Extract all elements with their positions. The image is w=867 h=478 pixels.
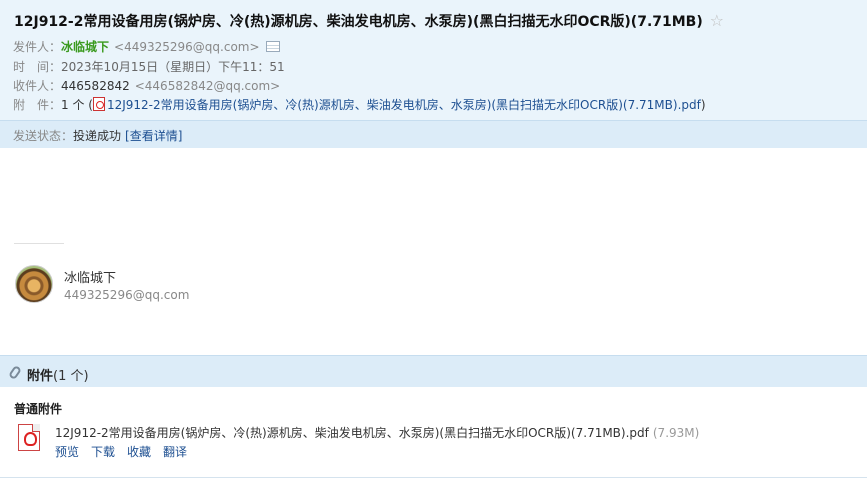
mail-subject: 12J912-2常用设备用房(锅炉房、冷(热)源机房、柴油发电机房、水泵房)(黑… [14, 11, 724, 31]
pdf-icon[interactable] [18, 424, 40, 451]
time-row: 时 间：2023年10月15日（星期日）下午11：51 [13, 58, 285, 75]
recipient-name[interactable]: 446582842 [61, 79, 130, 93]
attachment-file-name[interactable]: 12J912-2常用设备用房(锅炉房、冷(热)源机房、柴油发电机房、水泵房)(黑… [55, 426, 649, 440]
subject-text: 12J912-2常用设备用房(锅炉房、冷(热)源机房、柴油发电机房、水泵房)(黑… [14, 14, 703, 30]
attachment-file: 12J912-2常用设备用房(锅炉房、冷(热)源机房、柴油发电机房、水泵房)(黑… [55, 424, 699, 441]
favorite-link[interactable]: 收藏 [127, 445, 151, 459]
signature-divider [14, 243, 64, 244]
attachments-title: 附件(1 个) [27, 365, 89, 384]
star-icon[interactable]: ☆ [710, 11, 724, 30]
attachment-count: 1 个 ( [61, 98, 93, 112]
pdf-icon [92, 97, 105, 111]
download-link[interactable]: 下载 [91, 445, 115, 459]
attachment-link[interactable]: 12J912-2常用设备用房(锅炉房、冷(热)源机房、柴油发电机房、水泵房)(黑… [107, 98, 701, 112]
avatar [15, 265, 53, 303]
sender-email: <449325296@qq.com> [114, 40, 260, 54]
recipient-row: 收件人：446582842 <446582842@qq.com> [13, 77, 280, 94]
sender-label: 发件人： [13, 40, 62, 54]
recipient-label: 收件人： [13, 79, 62, 93]
delivery-status-bar: 发送状态：投递成功 [查看详情] [0, 120, 867, 148]
sender-row: 发件人：冰临城下 <449325296@qq.com> [13, 38, 280, 55]
status-label: 发送状态： [13, 129, 74, 143]
signature-email: 449325296@qq.com [64, 288, 190, 302]
contact-card-icon[interactable] [265, 41, 280, 52]
attachments-header: 附件(1 个) [0, 355, 867, 387]
sender-name[interactable]: 冰临城下 [61, 40, 109, 54]
attachment-group-label: 普通附件 [14, 402, 63, 416]
preview-link[interactable]: 预览 [55, 445, 79, 459]
paperclip-icon [7, 364, 23, 381]
time-value: 2023年10月15日（星期日）下午11：51 [61, 60, 285, 74]
attachments-count: (1 个) [53, 369, 89, 384]
recipient-email: <446582842@qq.com> [134, 79, 281, 93]
attachment-file-size: (7.93M) [652, 426, 700, 440]
status-value: 投递成功 [73, 129, 122, 143]
attachment-close: ) [700, 98, 706, 112]
attachments-title-text: 附件 [27, 369, 54, 384]
view-details-link[interactable]: [查看详情] [125, 129, 182, 143]
signature-name: 冰临城下 [64, 271, 117, 286]
attachment-label: 附 件： [13, 98, 62, 112]
attachment-actions: 预览 下载 收藏 翻译 [55, 443, 199, 460]
time-label: 时 间： [13, 60, 62, 74]
translate-link[interactable]: 翻译 [163, 445, 187, 459]
attachments-panel: 普通附件 12J912-2常用设备用房(锅炉房、冷(热)源机房、柴油发电机房、水… [0, 387, 867, 478]
attachment-row: 附 件：1 个 ( 12J912-2常用设备用房(锅炉房、冷(热)源机房、柴油发电… [13, 96, 706, 113]
